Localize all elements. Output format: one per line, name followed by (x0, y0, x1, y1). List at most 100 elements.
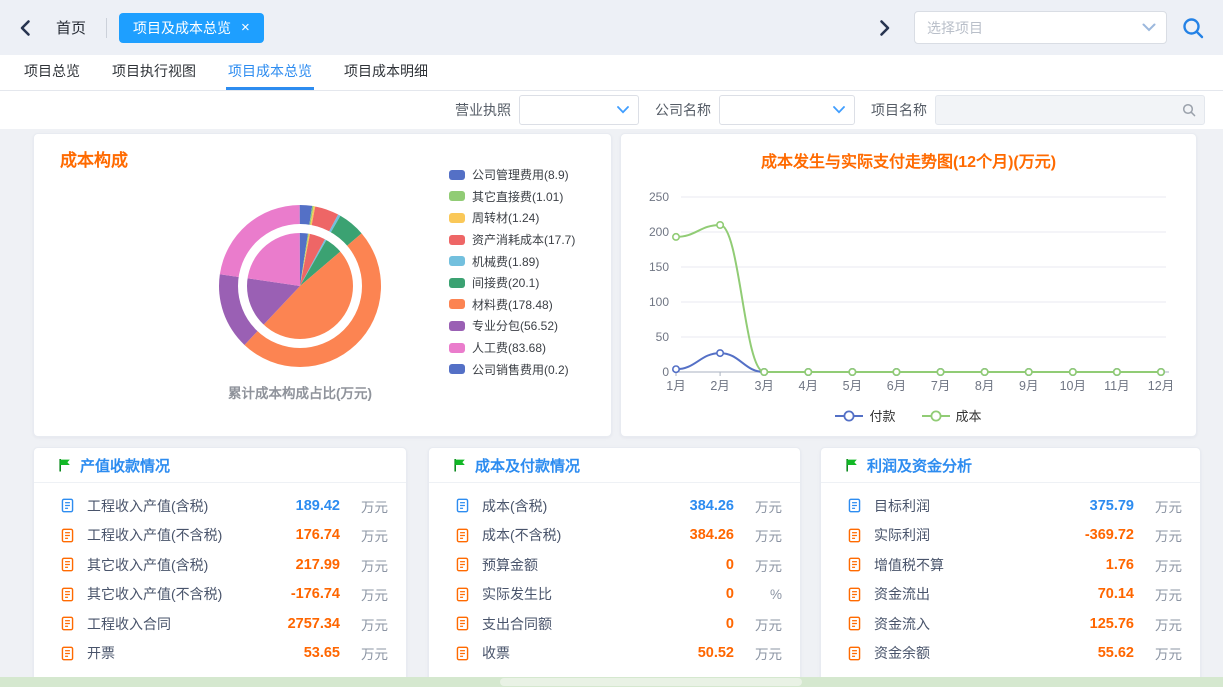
stat-value: 0 (654, 616, 734, 632)
data-point[interactable] (1070, 369, 1076, 375)
page-tab-active[interactable]: 项目及成本总览 × (119, 13, 264, 43)
card-body: 目标利润375.79万元 实际利润-369.72万元 增值税不算1.76万元 资… (821, 483, 1200, 668)
line-series-付款[interactable] (676, 353, 1161, 372)
y-axis-tick-label: 250 (649, 190, 669, 204)
pie-legend-item-5[interactable]: 间接费(20.1) (449, 272, 575, 294)
tab-bar: 项目总览项目执行视图项目成本总览项目成本明细 (0, 55, 1223, 91)
legend-label: 付款 (869, 406, 895, 425)
horizontal-scrollbar[interactable] (0, 677, 1223, 687)
data-point[interactable] (981, 369, 987, 375)
data-point[interactable] (937, 369, 943, 375)
project-select[interactable]: 选择项目 (914, 11, 1167, 44)
profit-funds-card: 利润及资金分析 目标利润375.79万元 实际利润-369.72万元 增值税不算… (820, 447, 1201, 687)
pie-legend-item-0[interactable]: 公司管理费用(8.9) (449, 164, 575, 186)
forward-arrow-icon[interactable] (878, 19, 892, 37)
line-chart[interactable]: 0501001502002501月2月3月4月5月6月7月8月9月10月11月1… (621, 174, 1198, 402)
x-axis-tick-label: 4月 (799, 379, 818, 393)
stat-row: 资金余额55.62万元 (821, 639, 1200, 669)
view-tab-2[interactable]: 项目成本总览 (226, 55, 314, 90)
line-legend-item-成本[interactable]: 成本 (922, 406, 982, 425)
flag-icon (453, 458, 467, 472)
data-point[interactable] (717, 222, 723, 228)
data-point[interactable] (1114, 369, 1120, 375)
stat-unit: 万元 (340, 614, 388, 634)
data-point[interactable] (761, 369, 767, 375)
stat-unit: 万元 (734, 614, 782, 634)
home-tab[interactable]: 首页 (56, 17, 86, 38)
stat-unit: 万元 (1134, 555, 1182, 575)
flag-icon (845, 458, 859, 472)
stat-row: 其它收入产值(不含税)-176.74万元 (34, 580, 406, 610)
document-icon (455, 616, 470, 631)
data-point[interactable] (673, 366, 679, 372)
view-tab-0[interactable]: 项目总览 (22, 55, 82, 90)
document-icon (60, 498, 75, 513)
view-tab-3[interactable]: 项目成本明细 (342, 55, 430, 90)
output-receipt-card: 产值收款情况 工程收入产值(含税)189.42万元 工程收入产值(不含税)176… (33, 447, 407, 687)
pie-legend-item-8[interactable]: 人工费(83.68) (449, 337, 575, 359)
data-point[interactable] (673, 234, 679, 240)
stat-value: 0 (654, 586, 734, 602)
stat-value: -176.74 (260, 586, 340, 602)
data-point[interactable] (1026, 369, 1032, 375)
pie-legend-item-9[interactable]: 公司销售费用(0.2) (449, 358, 575, 380)
x-axis-tick-label: 8月 (975, 379, 994, 393)
stat-unit: 万元 (340, 555, 388, 575)
document-icon (847, 646, 862, 661)
project-name-input[interactable] (935, 95, 1205, 125)
data-point[interactable] (805, 369, 811, 375)
pie-legend-item-7[interactable]: 专业分包(56.52) (449, 315, 575, 337)
page-tab-label: 项目及成本总览 (133, 18, 231, 38)
company-select[interactable] (719, 95, 855, 125)
stat-label: 成本(含税) (482, 496, 654, 516)
stat-label: 其它收入产值(不含税) (87, 584, 260, 604)
legend-marker-icon (835, 410, 863, 422)
stat-row: 工程收入产值(不含税)176.74万元 (34, 521, 406, 551)
stat-unit: 万元 (1134, 584, 1182, 604)
document-icon (847, 528, 862, 543)
cost-payment-card: 成本及付款情况 成本(含税)384.26万元 成本(不含税)384.26万元 预… (428, 447, 801, 687)
stat-value: 176.74 (260, 527, 340, 543)
data-point[interactable] (1158, 369, 1164, 375)
legend-swatch (449, 191, 465, 201)
stat-value: 50.52 (654, 645, 734, 661)
filter-row: 营业执照 公司名称 项目名称 (0, 91, 1223, 129)
close-icon[interactable]: × (241, 20, 250, 35)
stat-label: 工程收入产值(含税) (87, 496, 260, 516)
legend-label: 周转材(1.24) (472, 209, 539, 226)
x-axis-tick-label: 10月 (1060, 379, 1086, 393)
stat-row: 工程收入合同2757.34万元 (34, 609, 406, 639)
back-arrow-icon[interactable] (18, 19, 32, 37)
data-point[interactable] (717, 350, 723, 356)
license-select[interactable] (519, 95, 639, 125)
stat-unit: 万元 (734, 496, 782, 516)
stat-label: 支出合同额 (482, 614, 654, 634)
line-series-成本[interactable] (676, 225, 1161, 372)
search-icon[interactable] (1181, 16, 1205, 40)
document-icon (455, 498, 470, 513)
card-header: 成本及付款情况 (429, 448, 800, 483)
scrollbar-thumb[interactable] (500, 678, 802, 686)
stat-row: 资金流出70.14万元 (821, 580, 1200, 610)
pie-legend-item-6[interactable]: 材料费(178.48) (449, 294, 575, 316)
line-legend-item-付款[interactable]: 付款 (835, 406, 895, 425)
pie-legend-item-2[interactable]: 周转材(1.24) (449, 207, 575, 229)
data-point[interactable] (893, 369, 899, 375)
stat-unit: % (734, 587, 782, 602)
y-axis-tick-label: 150 (649, 260, 669, 274)
document-icon (60, 646, 75, 661)
pie-chart-caption: 累计成本构成占比(万元) (110, 382, 490, 402)
pie-legend-item-4[interactable]: 机械费(1.89) (449, 250, 575, 272)
top-bar: 首页 项目及成本总览 × 选择项目 (0, 0, 1223, 55)
x-axis-tick-label: 7月 (931, 379, 950, 393)
stat-unit: 万元 (1134, 525, 1182, 545)
view-tab-1[interactable]: 项目执行视图 (110, 55, 198, 90)
stat-label: 增值税不算 (874, 555, 1054, 575)
legend-label: 资产消耗成本(17.7) (472, 231, 575, 248)
legend-swatch (449, 364, 465, 374)
pie-legend-item-1[interactable]: 其它直接费(1.01) (449, 186, 575, 208)
pie-legend-item-3[interactable]: 资产消耗成本(17.7) (449, 229, 575, 251)
legend-swatch (449, 321, 465, 331)
data-point[interactable] (849, 369, 855, 375)
stat-label: 工程收入产值(不含税) (87, 525, 260, 545)
